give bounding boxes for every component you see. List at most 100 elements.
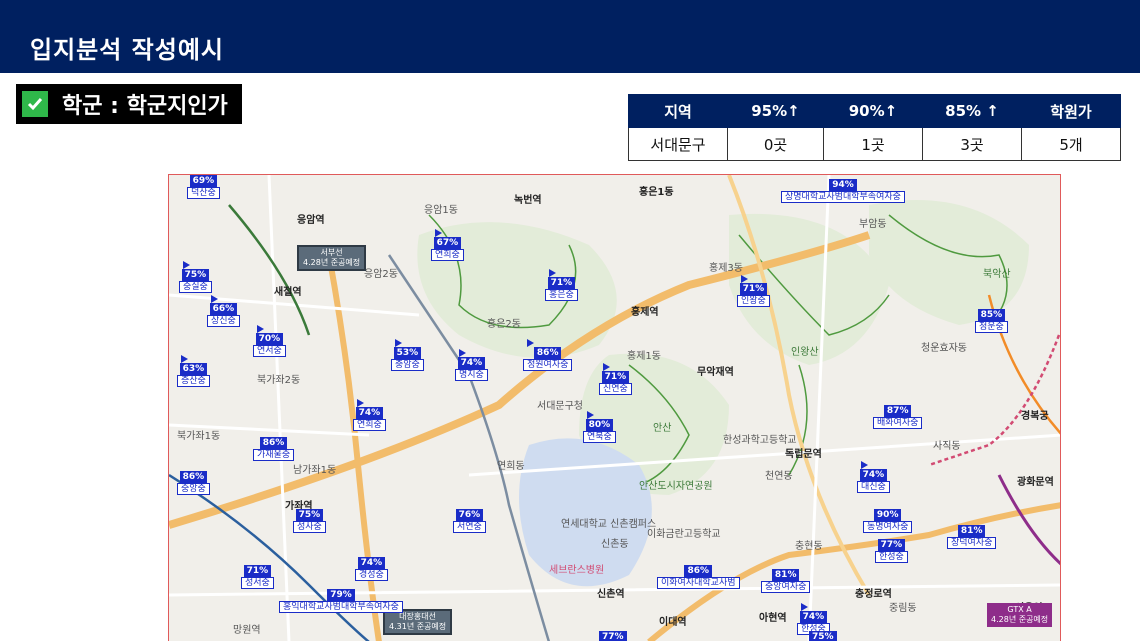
school-achievement-rate: 66% [209,303,238,315]
school-achievement-rate: 70% [255,333,284,345]
place-label: 연세대학교 신촌캠퍼스 [561,519,657,530]
school-pin[interactable]: 86% 이화여자대학교사범 [657,565,740,589]
school-pin[interactable]: 87% 배화여자중 [873,405,923,429]
checkmark-icon [22,91,48,117]
school-pin[interactable]: 86% 정원여자중 [523,339,573,371]
school-pin[interactable]: 74% 경성중 [355,557,388,581]
table-header-cell: 85% ↑ [922,94,1022,128]
school-achievement-rate: 86% [684,565,713,577]
flag-icon [861,461,868,469]
school-name: 경성중 [355,569,388,581]
place-label: 홍제3동 [709,263,743,274]
school-pin[interactable]: 75% 숭실중 [179,261,212,293]
table-header-row: 지역 95%↑ 90%↑ 85% ↑ 학원가 [628,94,1121,128]
school-pin[interactable]: 80% 연북중 [583,411,616,443]
school-pin[interactable]: 71% 성서중 [241,565,274,589]
school-achievement-rate: 71% [243,565,272,577]
school-achievement-rate: 81% [957,525,986,537]
flag-icon [741,275,748,283]
school-pin[interactable]: 81% 창덕여자중 [947,525,997,549]
school-achievement-rate: 74% [859,469,888,481]
school-achievement-rate: 63% [179,363,208,375]
place-label: 청운효자동 [921,343,967,354]
school-name: 성사중 [293,521,326,533]
school-name: 가재울중 [253,449,295,461]
flag-icon [435,229,442,237]
place-label: 독립문역 [785,449,822,460]
rail-project-date: 4.31년 준공예정 [389,622,447,631]
school-pin[interactable]: 53% 충암중 [391,339,424,371]
school-achievement-rate: 69% [189,175,218,187]
school-name: 홍익대학교사범대학부속여자중 [279,601,403,613]
school-pin[interactable]: 71% 홍은중 [545,269,578,301]
school-achievement-rate: 74% [357,557,386,569]
school-pin[interactable]: 71% 신연중 [599,363,632,395]
school-pin[interactable]: 66% 상신중 [207,295,240,327]
page-title: 입지분석 작성예시 [30,36,224,64]
school-pin[interactable]: 74% 대신중 [857,461,890,493]
place-label: 신촌역 [597,589,625,600]
school-pin[interactable]: 63% 증산중 [177,355,210,387]
rail-project-date: 4.28년 준공예정 [303,258,361,267]
school-pin[interactable]: 94% 상명대학교사범대학부속여자중 [781,179,905,203]
school-achievement-rate: 94% [829,179,857,191]
school-pin[interactable]: 86% 중앙중 [177,471,210,495]
school-pin[interactable]: 86% 가재울중 [253,437,295,461]
school-pin[interactable]: 67% 연희중 [431,229,464,261]
school-name: 성서중 [241,577,274,589]
table-row: 서대문구 0곳 1곳 3곳 5개 [628,127,1121,161]
place-label: 안산도시자연공원 [639,481,713,492]
flag-icon [587,411,594,419]
district-map[interactable]: 홍은1동 녹번역 응암1동 응암역 새절역 응암2동 홍은2동 홍제3동 부암동… [168,174,1061,641]
rail-project-name: GTX A [1007,605,1032,614]
school-achievement-rate: 79% [327,589,355,601]
school-pin[interactable]: 74% 명지중 [455,349,488,381]
school-name: 연서중 [253,345,286,357]
section-heading: 학군 : 학군지인가 [16,84,242,124]
school-pin[interactable]: 76% 서연중 [453,509,486,533]
place-label: 응암2동 [364,269,398,280]
school-pin[interactable]: 71% 인왕중 [737,275,770,307]
school-name: 대신중 [857,481,890,493]
school-pin[interactable]: 75% [809,631,837,641]
school-achievement-rate: 71% [601,371,630,383]
school-pin[interactable]: 70% 연서중 [253,325,286,357]
table-header-cell: 학원가 [1021,94,1121,128]
school-name: 중앙중 [177,483,210,495]
school-pin[interactable]: 81% 중앙여자중 [761,569,811,593]
school-pin[interactable]: 75% 성사중 [293,509,326,533]
table-cell: 0곳 [727,127,824,161]
place-label: 부암동 [859,219,887,230]
school-name: 정원여자중 [523,359,573,371]
table-header-cell: 90%↑ [823,94,923,128]
school-name: 숭실중 [179,281,212,293]
place-label: 경복궁 [1021,411,1049,422]
school-name: 한성중 [875,551,908,563]
school-pin[interactable]: 69% 덕산중 [187,175,220,199]
school-name: 연북중 [583,431,616,443]
table-cell: 서대문구 [628,127,728,161]
section-label: 학군 : 학군지인가 [62,94,228,119]
school-pin[interactable]: 77% 한성중 [875,539,908,563]
school-achievement-rate: 86% [533,347,562,359]
school-pin[interactable]: 77% [599,631,627,641]
school-pin[interactable]: 79% 홍익대학교사범대학부속여자중 [279,589,403,613]
school-achievement-rate: 81% [771,569,800,581]
flag-icon [257,325,264,333]
school-achievement-rate: 75% [809,631,837,641]
school-achievement-rate: 71% [547,277,576,289]
place-label: 이화금란고등학교 [647,529,721,540]
place-label: 한성과학고등학교 [723,435,797,446]
school-pin[interactable]: 85% 청운중 [975,309,1008,333]
flag-icon [801,603,808,611]
school-pin[interactable]: 90% 동명여자중 [863,509,913,533]
place-label: 서대문구청 [537,401,583,412]
school-name: 명지중 [455,369,488,381]
school-name: 배화여자중 [873,417,923,429]
school-pin[interactable]: 74% 연희중 [353,399,386,431]
school-achievement-rate: 86% [179,471,208,483]
school-achievement-rate: 67% [433,237,462,249]
place-label: 인왕산 [791,347,819,358]
rail-project-label: 서부선 4.28년 준공예정 [297,245,367,271]
school-name: 증산중 [177,375,210,387]
